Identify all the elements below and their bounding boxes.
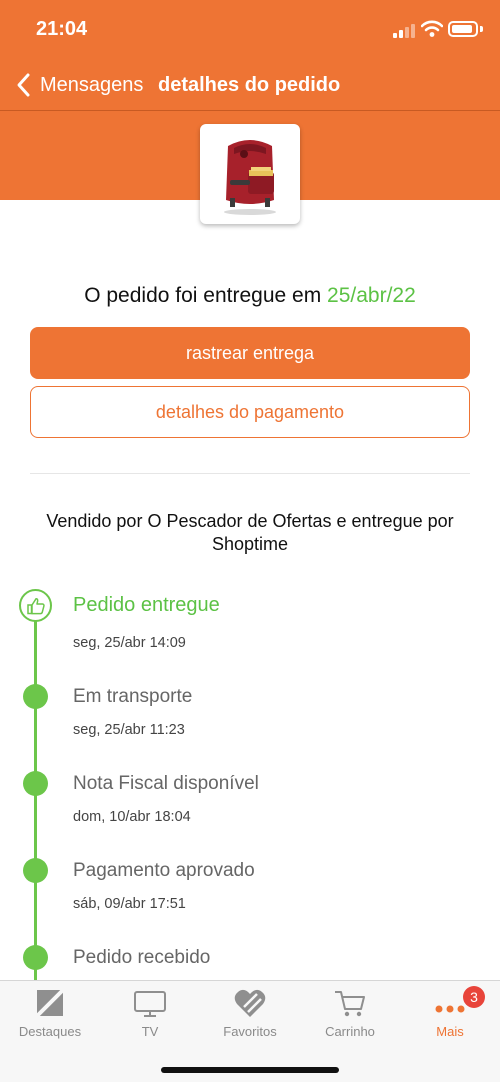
heart-icon [234,989,266,1017]
seller-info: Vendido por O Pescador de Ofertas e entr… [46,511,454,554]
track-delivery-button[interactable]: rastrear entrega [30,327,470,379]
page-title: detalhes do pedido [158,74,341,96]
tab-label: TV [141,1024,159,1039]
thumbs-up-icon [19,589,52,622]
product-thumbnail[interactable] [200,124,300,224]
tab-mais[interactable]: Mais [400,981,500,1051]
delivery-status-text: O pedido foi entregue em [84,284,322,307]
tab-destaques[interactable]: Destaques [0,981,100,1051]
timeline-dot [23,945,48,970]
tab-label: Carrinho [325,1024,375,1039]
timeline-step-date: sáb, 09/abr 17:51 [73,896,186,912]
tab-label: Mais [436,1024,464,1039]
highlights-icon [35,988,65,1018]
section-divider [30,473,470,474]
chevron-left-icon[interactable] [14,72,36,98]
status-bar: 21:04 [0,0,500,60]
timeline-step-title: Pedido entregue [73,594,220,616]
battery-icon [448,21,478,37]
tab-tv[interactable]: TV [100,981,200,1051]
delivery-date: 25/abr/22 [327,284,416,307]
battery-tip [480,26,483,32]
more-dots-icon [435,1005,465,1013]
timeline-dot [23,858,48,883]
navigation-bar: Mensagens detalhes do pedido [0,60,500,110]
tab-favoritos[interactable]: Favoritos [200,981,300,1051]
status-time: 21:04 [36,18,88,40]
tab-label: Favoritos [223,1024,277,1039]
delivery-status: O pedido foi entregue em 25/abr/22 [0,284,500,308]
home-indicator [161,1067,339,1073]
timeline-step-title: Em transporte [73,686,193,707]
timeline-step-title: Pedido recebido [73,947,211,968]
timeline-step-date: seg, 25/abr 11:23 [73,722,185,738]
air-fryer-image [224,140,276,215]
tab-label: Destaques [18,1024,82,1039]
timeline-step-date: seg, 25/abr 14:09 [73,635,186,651]
timeline-dot [23,771,48,796]
timeline-step-date: dom, 10/abr 18:04 [73,809,191,825]
timeline-step-title: Nota Fiscal disponível [73,773,259,794]
timeline-step-title: Pagamento aprovado [73,860,255,881]
tv-icon [134,991,166,1017]
nav-divider [0,110,500,111]
notification-badge: 3 [463,986,485,1008]
timeline-dot [23,684,48,709]
tab-carrinho[interactable]: Carrinho [300,981,400,1051]
cart-icon [335,991,365,1017]
payment-details-button[interactable]: detalhes do pagamento [30,386,470,438]
cellular-signal-icon [393,22,417,38]
wifi-icon [421,20,443,37]
back-button[interactable]: Mensagens [40,74,143,97]
timeline-line [34,620,37,982]
